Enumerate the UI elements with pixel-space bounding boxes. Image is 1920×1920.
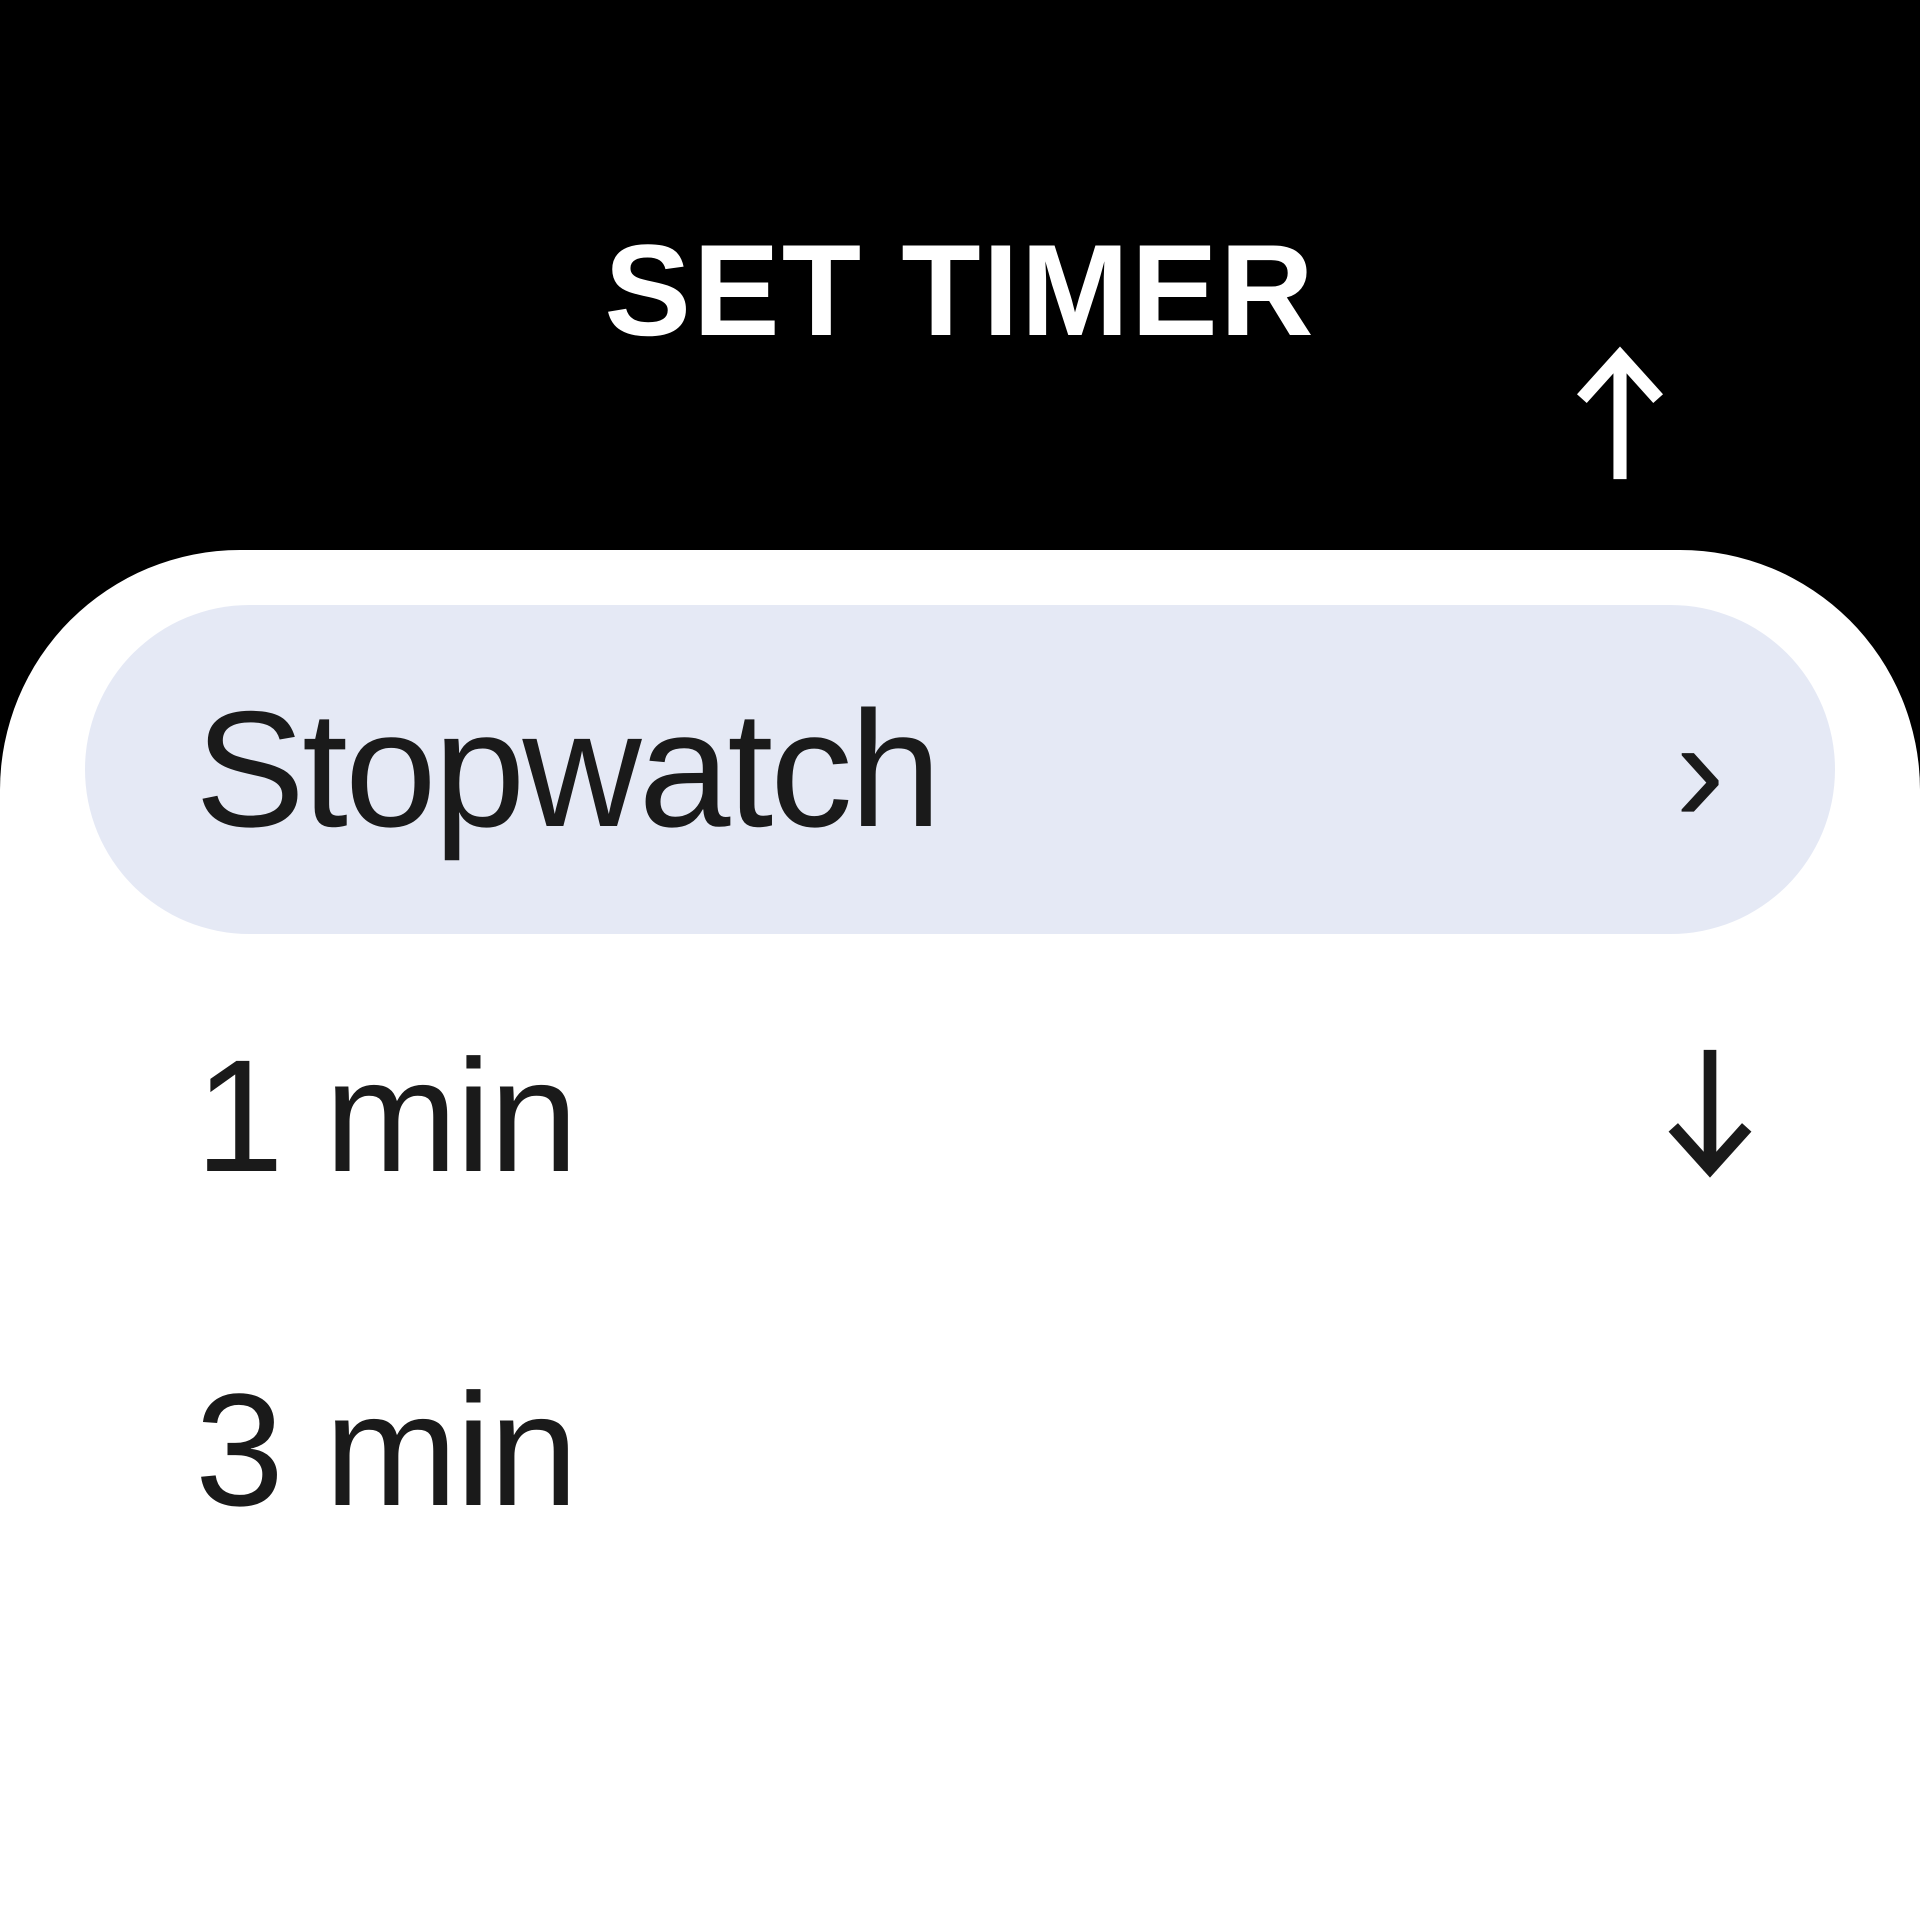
scroll-down-icon[interactable] (1665, 1049, 1755, 1184)
timer-options-panel: Stopwatch › 1 min 3 min (0, 550, 1920, 1920)
timer-option-label: 3 min (195, 1358, 576, 1542)
scroll-up-icon[interactable] (1575, 345, 1665, 485)
chevron-right-icon: › (1675, 695, 1725, 845)
page-title: SET TIMER (0, 215, 1920, 365)
timer-option-label: 1 min (195, 1024, 576, 1208)
header: SET TIMER (0, 0, 1920, 365)
stopwatch-label: Stopwatch (195, 675, 938, 864)
timer-option-3min[interactable]: 3 min (85, 1298, 1835, 1632)
stopwatch-option[interactable]: Stopwatch › (85, 605, 1835, 934)
timer-option-1min[interactable]: 1 min (85, 934, 1835, 1298)
